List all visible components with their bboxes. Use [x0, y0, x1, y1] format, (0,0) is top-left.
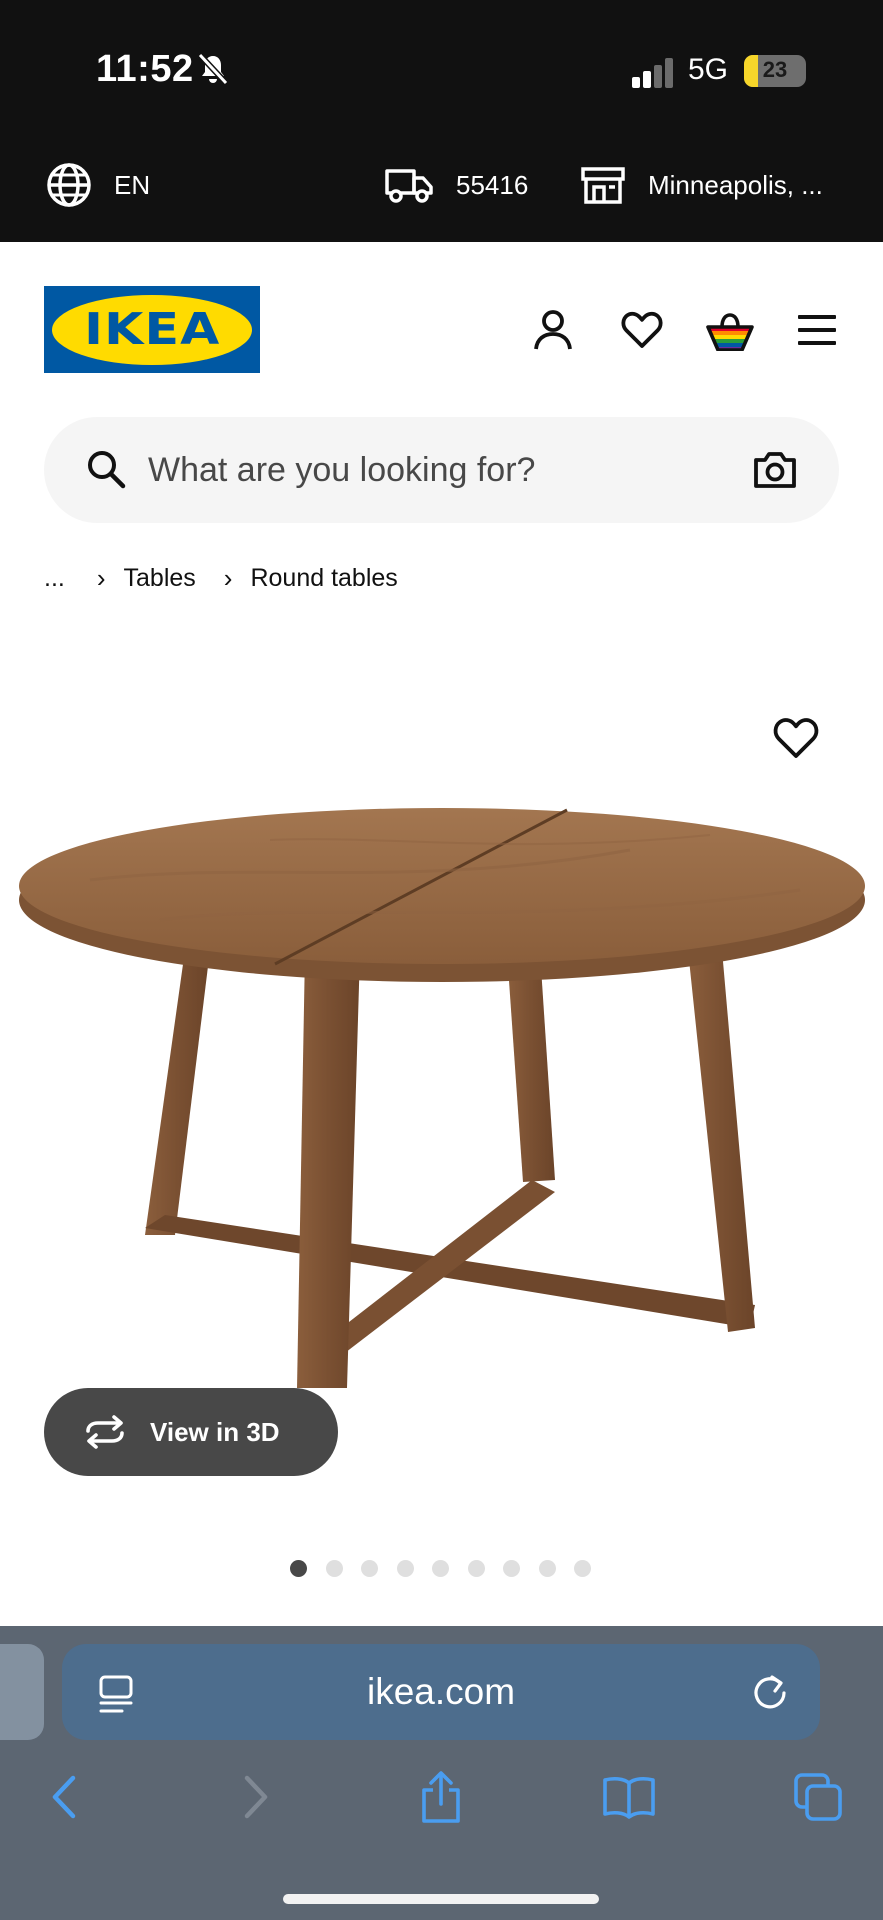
heart-icon	[773, 718, 819, 758]
tabs-button[interactable]	[788, 1767, 848, 1827]
account-button[interactable]	[528, 305, 578, 355]
store-selector[interactable]: Minneapolis, ...	[580, 128, 823, 242]
carousel-dot[interactable]	[432, 1559, 449, 1577]
globe-icon	[47, 163, 91, 207]
browser-chrome: ikea.com	[0, 1626, 883, 1920]
signal-icon	[632, 58, 673, 88]
back-button[interactable]	[34, 1767, 94, 1827]
rotate-3d-icon	[86, 1415, 124, 1449]
breadcrumb: ... › Tables › Round tables	[44, 560, 398, 596]
chevron-left-icon	[52, 1775, 76, 1819]
breadcrumb-ellipsis[interactable]: ...	[44, 564, 65, 593]
breadcrumb-item-tables[interactable]: Tables	[124, 564, 196, 593]
cart-button[interactable]	[705, 305, 755, 355]
chevron-right-icon: ›	[96, 562, 106, 593]
logo-text: IKEA	[83, 304, 221, 355]
chevron-right-icon	[244, 1775, 268, 1819]
product-image-round-table[interactable]	[10, 780, 876, 1400]
ikea-logo[interactable]: IKEA	[44, 286, 260, 373]
carousel-dot[interactable]	[467, 1559, 485, 1577]
camera-search-icon[interactable]	[752, 447, 798, 493]
zip-code-label: 55416	[456, 169, 529, 200]
url-text: ikea.com	[366, 1671, 516, 1712]
network-type: 5G	[688, 53, 729, 86]
carousel-dot[interactable]	[574, 1559, 591, 1577]
store-label: Minneapolis, ...	[648, 169, 823, 200]
heart-icon	[621, 311, 663, 348]
address-bar[interactable]: ikea.com	[62, 1644, 820, 1740]
add-to-favorites-button[interactable]	[772, 714, 820, 762]
search-input[interactable]	[148, 417, 708, 523]
search-icon	[88, 451, 126, 489]
logo-oval: IKEA	[52, 294, 252, 365]
share-button[interactable]	[411, 1767, 471, 1827]
carousel-dot[interactable]	[396, 1559, 414, 1577]
search-bar[interactable]	[44, 417, 839, 523]
carousel-dot[interactable]	[290, 1559, 307, 1577]
battery-icon: 23	[744, 55, 806, 87]
view-in-3d-label: View in 3D	[150, 1416, 280, 1447]
tabs-icon	[794, 1773, 842, 1821]
carousel-dot[interactable]	[325, 1559, 343, 1577]
carousel-dot[interactable]	[503, 1559, 520, 1577]
favorites-button[interactable]	[617, 305, 667, 355]
view-in-3d-button[interactable]: View in 3D	[44, 1388, 338, 1476]
previous-tab-peek[interactable]	[0, 1644, 44, 1740]
bell-slash-icon	[197, 52, 229, 86]
forward-button[interactable]	[226, 1767, 286, 1827]
status-time: 11:52	[96, 48, 194, 90]
share-icon	[422, 1771, 460, 1823]
chevron-right-icon: ›	[223, 562, 233, 593]
delivery-truck-icon	[385, 169, 433, 203]
home-indicator	[283, 1894, 599, 1904]
reload-icon[interactable]	[750, 1671, 790, 1713]
breadcrumb-item-round-tables[interactable]: Round tables	[250, 564, 397, 593]
delivery-zip-selector[interactable]: 55416	[384, 128, 528, 242]
language-selector[interactable]: EN	[46, 128, 150, 242]
shopping-bag-icon	[706, 313, 754, 351]
status-bar: 11:52 5G 23	[0, 0, 883, 128]
carousel-dot[interactable]	[361, 1559, 378, 1577]
menu-button[interactable]	[792, 305, 842, 355]
hamburger-menu-icon	[798, 315, 836, 345]
bookmarks-button[interactable]	[599, 1767, 659, 1827]
language-label: EN	[114, 169, 151, 200]
battery-percent: 23	[762, 57, 788, 82]
book-icon	[603, 1776, 655, 1819]
image-carousel-dots	[290, 1558, 610, 1578]
store-icon	[581, 167, 625, 204]
locale-bar: EN 55416 Minneapolis, ...	[0, 128, 883, 242]
carousel-dot[interactable]	[538, 1559, 556, 1577]
user-icon	[534, 310, 572, 350]
